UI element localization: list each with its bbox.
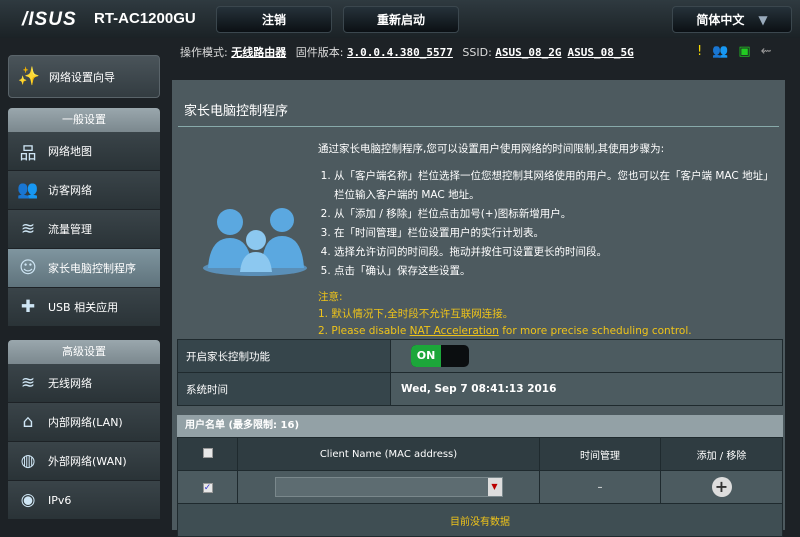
quick-setup-button[interactable]: ✨ 网络设置向导: [8, 55, 160, 98]
note-2-text-end: for more precise scheduling control.: [498, 325, 692, 337]
family-icon: [203, 208, 307, 276]
ssid-label: SSID:: [462, 46, 492, 59]
header: /ISUS RT-AC1200GU 注销 重新启动 简体中文 ▼: [0, 0, 800, 38]
divider: [178, 126, 779, 127]
fw-label: 固件版本:: [295, 46, 344, 59]
wifi-icon: ≋: [20, 373, 36, 393]
note-title: 注意:: [318, 291, 343, 303]
sidebar-item-wan[interactable]: ◍ 外部网络(WAN): [8, 442, 160, 481]
general-menu: 一般设置 品网络地图 👥 访客网络 ≋ 流量管理 ☺ 家长电脑控制程序 ✚ USB 相关…: [8, 108, 160, 327]
asus-logo: /ISUS: [22, 9, 77, 30]
client-list-header: 用户名单 (最多限制: 16): [177, 415, 783, 437]
language-select[interactable]: 简体中文 ▼: [672, 6, 792, 33]
client-list: 用户名单 (最多限制: 16) Client Name (MAC address…: [177, 415, 783, 537]
enable-label: 开启家长控制功能: [177, 339, 391, 373]
quick-setup-label: 网络设置向导: [49, 70, 115, 84]
item-label: 外部网络(WAN): [48, 455, 127, 468]
col-time-management: 时间管理: [539, 437, 661, 471]
empty-message: 目前没有数据: [177, 503, 783, 537]
parental-icon: ☺: [19, 258, 37, 278]
ssid-2g-link[interactable]: ASUS_08_2G: [495, 46, 561, 59]
ipv6-icon: ◉: [20, 490, 36, 510]
alert-icon[interactable]: !: [697, 44, 702, 59]
clients-icon[interactable]: 👥: [712, 44, 728, 59]
time-management-value: –: [539, 470, 661, 504]
sidebar-item-guest-network[interactable]: 👥 访客网络: [8, 171, 160, 210]
network-icon[interactable]: ▣: [738, 44, 750, 59]
model-name: RT-AC1200GU: [94, 10, 196, 27]
select-all-checkbox[interactable]: [202, 447, 213, 458]
settings-table: 开启家长控制功能 ON 系统时间 Wed, Sep 7 08:41:13 201…: [177, 339, 783, 406]
col-add-remove: 添加 / 移除: [660, 437, 783, 471]
sidebar-item-wireless[interactable]: ≋ 无线网络: [8, 364, 160, 403]
item-label: 无线网络: [48, 377, 92, 390]
note-2-text: 2. Please disable: [318, 325, 410, 337]
step: 从「客户端名称」栏位选择一位您想控制其网络使用的用户。您也可以在「客户端 MAC…: [334, 167, 778, 205]
item-label: IPv6: [48, 493, 72, 507]
dropdown-arrow-icon[interactable]: ▼: [487, 478, 502, 496]
intro-text: 通过家长电脑控制程序,您可以设置用户使用网络的时间限制,其使用步骤为:: [318, 143, 665, 155]
add-client-icon[interactable]: +: [711, 477, 732, 497]
sidebar-item-ipv6[interactable]: ◉ IPv6: [8, 481, 160, 520]
sidebar-item-parental-control[interactable]: ☺ 家长电脑控制程序: [8, 249, 160, 288]
usb-icon[interactable]: ⇜: [761, 44, 772, 59]
item-label: USB 相关应用: [48, 301, 119, 314]
status-bar: 操作模式: 无线路由器 固件版本: 3.0.0.4.380_5577 SSID:…: [180, 44, 640, 60]
system-time-value: Wed, Sep 7 08:41:13 2016: [390, 372, 783, 406]
advanced-heading: 高级设置: [8, 340, 160, 364]
step: 点击「确认」保存这些设置。: [334, 262, 778, 281]
sidebar-item-lan[interactable]: ⌂ 内部网络(LAN): [8, 403, 160, 442]
step: 从「添加 / 移除」栏位点击加号(+)图标新增用户。: [334, 205, 778, 224]
step: 选择允许访问的时间段。拖动并按住可设置更长的时间段。: [334, 243, 778, 262]
network-map-icon: 品: [19, 143, 37, 164]
guest-network-icon: 👥: [17, 180, 39, 200]
item-label: 流量管理: [48, 223, 92, 236]
client-name-select[interactable]: ▼: [274, 477, 503, 497]
ssid-5g-link[interactable]: ASUS_08_5G: [568, 46, 634, 59]
general-heading: 一般设置: [8, 108, 160, 132]
reboot-button[interactable]: 重新启动: [343, 6, 459, 33]
traffic-icon: ≋: [20, 219, 36, 239]
nat-acceleration-link[interactable]: NAT Acceleration: [410, 325, 499, 337]
toggle-label: ON: [411, 345, 441, 367]
col-client-name: Client Name (MAC address): [237, 437, 540, 471]
parental-control-toggle[interactable]: ON: [411, 345, 469, 367]
logout-button[interactable]: 注销: [216, 6, 332, 33]
chevron-down-icon: ▼: [758, 12, 768, 27]
mode-label: 操作模式:: [180, 46, 228, 59]
sidebar-item-network-map[interactable]: 品网络地图: [8, 132, 160, 171]
main-panel: 家长电脑控制程序 通过家长电脑控制程序,您可以设置用户使用网络的时间限制,其使用…: [172, 80, 785, 537]
instructions: 通过家长电脑控制程序,您可以设置用户使用网络的时间限制,其使用步骤为: 从「客户…: [318, 140, 778, 340]
page-title: 家长电脑控制程序: [184, 104, 289, 119]
sidebar-item-traffic[interactable]: ≋ 流量管理: [8, 210, 160, 249]
advanced-menu: 高级设置 ≋ 无线网络 ⌂ 内部网络(LAN) ◍ 外部网络(WAN) ◉ IPv6: [8, 340, 160, 520]
usb-icon: ✚: [20, 297, 36, 317]
mode-link[interactable]: 无线路由器: [231, 46, 286, 59]
language-label: 简体中文: [696, 13, 745, 27]
magic-wand-icon: ✨: [17, 66, 41, 87]
sidebar-item-usb[interactable]: ✚ USB 相关应用: [8, 288, 160, 327]
note-1: 1. 默认情况下,全时段不允许互联网连接。: [318, 308, 514, 320]
item-label: 家长电脑控制程序: [48, 262, 136, 275]
item-label: 访客网络: [48, 184, 92, 197]
home-icon: ⌂: [22, 412, 34, 432]
row-checkbox[interactable]: ✓: [202, 482, 213, 493]
globe-icon: ◍: [20, 451, 36, 471]
fw-link[interactable]: 3.0.0.4.380_5577: [347, 46, 453, 59]
item-label: 网络地图: [48, 145, 92, 158]
system-time-label: 系统时间: [177, 372, 391, 406]
item-label: 内部网络(LAN): [48, 416, 123, 429]
note: 注意: 1. 默认情况下,全时段不允许互联网连接。 2. Please disa…: [318, 289, 778, 340]
step: 在「时间管理」栏位设置用户的实行计划表。: [334, 224, 778, 243]
